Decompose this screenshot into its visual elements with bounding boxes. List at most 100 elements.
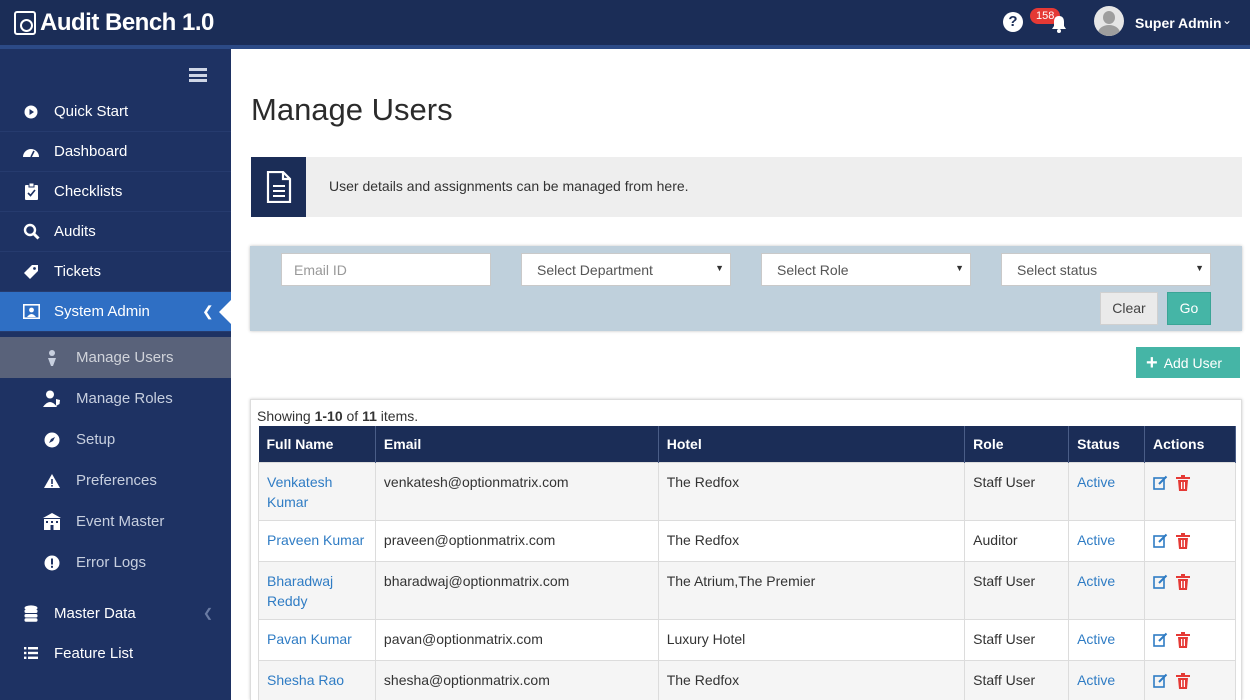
sidebar-subitem-label: Event Master: [76, 513, 165, 530]
user-name-link[interactable]: Praveen Kumar: [267, 532, 364, 548]
sidebar-subitem-label: Manage Roles: [76, 390, 173, 407]
row-actions: [1153, 571, 1191, 590]
brand-logo[interactable]: Audit Bench 1.0: [14, 9, 214, 37]
edit-icon[interactable]: [1153, 632, 1168, 647]
admin-icon: [22, 303, 40, 321]
delete-icon[interactable]: [1176, 672, 1191, 689]
list-icon: [22, 644, 40, 662]
sidebar-subitem-error-logs[interactable]: Error Logs: [0, 542, 231, 583]
status-link[interactable]: Active: [1077, 532, 1115, 548]
sidebar-item-label: System Admin: [54, 303, 150, 320]
sidebar-item-label: Feature List: [54, 644, 134, 662]
dropdown-arrow-icon: ▼: [955, 263, 964, 273]
bell-icon[interactable]: [1049, 14, 1069, 34]
summary-prefix: Showing: [257, 408, 315, 424]
status-select[interactable]: Select status ▼: [1001, 253, 1211, 286]
role-select-value: Select Role: [777, 262, 849, 278]
delete-icon[interactable]: [1176, 532, 1191, 549]
status-link[interactable]: Active: [1077, 573, 1115, 589]
chevron-left-icon: ❮: [202, 303, 214, 319]
users-table: Full Name Email Hotel Role Status Action…: [258, 426, 1236, 700]
email-cell: bharadwaj@optionmatrix.com: [374, 560, 659, 620]
sidebar-item-label: Audits: [54, 223, 96, 240]
filter-panel: Email ID Select Department ▼ Select Role…: [250, 246, 1242, 331]
edit-icon[interactable]: [1153, 475, 1168, 490]
sidebar-item-tickets[interactable]: Tickets: [0, 252, 231, 292]
table-header-row: Full Name Email Hotel Role Status Action…: [258, 426, 1236, 462]
help-icon[interactable]: ?: [1003, 12, 1023, 32]
column-header-status[interactable]: Status: [1068, 426, 1146, 462]
app-title: Audit Bench 1.0: [40, 9, 214, 36]
dashboard-gauge-icon: [22, 143, 40, 161]
hotel-cell: The Atrium,The Premier: [657, 560, 966, 620]
add-user-label: Add User: [1163, 354, 1223, 371]
user-name-link[interactable]: Bharadwaj Reddy: [267, 573, 333, 609]
column-header-hotel[interactable]: Hotel: [658, 426, 966, 462]
role-cell: Auditor: [964, 519, 1070, 562]
sidebar-item-quick-start[interactable]: Quick Start: [0, 92, 231, 132]
sidebar-item-master-data[interactable]: Master Data ❮: [0, 593, 231, 633]
clear-button[interactable]: Clear: [1100, 292, 1158, 325]
go-button[interactable]: Go: [1167, 292, 1211, 325]
table-row: Pavan Kumar pavan@optionmatrix.com Luxur…: [258, 618, 1236, 661]
edit-icon[interactable]: [1153, 673, 1168, 688]
compass-icon: [43, 431, 61, 449]
sidebar-item-label: Quick Start: [54, 103, 129, 120]
role-cell: Staff User: [964, 659, 1070, 700]
status-link[interactable]: Active: [1077, 672, 1115, 688]
edit-icon[interactable]: [1153, 533, 1168, 548]
sidebar-subitem-manage-roles[interactable]: Manage Roles: [0, 378, 231, 419]
hotel-cell: The Redfox: [657, 519, 966, 562]
user-name-link[interactable]: Pavan Kumar: [267, 631, 352, 647]
status-link[interactable]: Active: [1077, 474, 1115, 490]
role-cell: Staff User: [964, 461, 1070, 521]
row-actions: [1153, 472, 1191, 491]
user-name[interactable]: Super Admin: [1135, 15, 1222, 31]
column-header-role[interactable]: Role: [964, 426, 1070, 462]
sidebar-item-system-admin[interactable]: System Admin ❮: [0, 292, 231, 332]
sidebar-item-feature-list[interactable]: Feature List: [0, 633, 231, 673]
column-header-email[interactable]: Email: [375, 426, 659, 462]
sidebar-subitem-manage-users[interactable]: Manage Users: [0, 337, 231, 378]
user-icon: [43, 349, 61, 367]
hotel-cell: The Redfox: [657, 461, 966, 521]
hamburger-menu-icon[interactable]: [189, 68, 207, 82]
user-shield-icon: [43, 390, 61, 408]
plus-icon: +: [1146, 351, 1158, 374]
row-actions: [1153, 530, 1191, 549]
email-filter-input[interactable]: Email ID: [281, 253, 491, 286]
status-link[interactable]: Active: [1077, 631, 1115, 647]
sidebar-subitem-preferences[interactable]: Preferences: [0, 460, 231, 501]
grid-summary: Showing 1-10 of 11 items.: [257, 408, 418, 424]
sidebar-subitem-setup[interactable]: Setup: [0, 419, 231, 460]
chevron-down-icon[interactable]: ⌄: [1222, 13, 1232, 27]
sidebar-subitem-event-master[interactable]: Event Master: [0, 501, 231, 542]
email-cell: pavan@optionmatrix.com: [374, 618, 659, 661]
delete-icon[interactable]: [1176, 631, 1191, 648]
sidebar-item-audits[interactable]: Audits: [0, 212, 231, 252]
email-cell: shesha@optionmatrix.com: [374, 659, 659, 700]
edit-icon[interactable]: [1153, 574, 1168, 589]
table-row: Praveen Kumar praveen@optionmatrix.com T…: [258, 519, 1236, 562]
sidebar-item-checklists[interactable]: Checklists: [0, 172, 231, 212]
user-name-link[interactable]: Shesha Rao: [267, 672, 344, 688]
exclamation-circle-icon: [43, 554, 61, 572]
tag-icon: [22, 263, 40, 281]
summary-suffix: items.: [376, 408, 419, 424]
row-actions: [1153, 629, 1191, 648]
add-user-button[interactable]: + Add User: [1136, 347, 1240, 378]
delete-icon[interactable]: [1176, 573, 1191, 590]
sidebar-item-dashboard[interactable]: Dashboard: [0, 132, 231, 172]
brand-icon: [14, 11, 36, 35]
summary-total: 11: [362, 408, 377, 424]
role-select[interactable]: Select Role ▼: [761, 253, 971, 286]
avatar[interactable]: [1094, 6, 1124, 36]
user-name-link[interactable]: Venkatesh Kumar: [267, 474, 332, 510]
delete-icon[interactable]: [1176, 474, 1191, 491]
sidebar: Quick Start Dashboard Checklists Audits …: [0, 49, 231, 700]
summary-mid: of: [342, 408, 363, 424]
role-cell: Staff User: [964, 618, 1070, 661]
column-header-full-name[interactable]: Full Name: [258, 426, 376, 462]
department-select[interactable]: Select Department ▼: [521, 253, 731, 286]
sidebar-subitem-label: Setup: [76, 431, 116, 448]
